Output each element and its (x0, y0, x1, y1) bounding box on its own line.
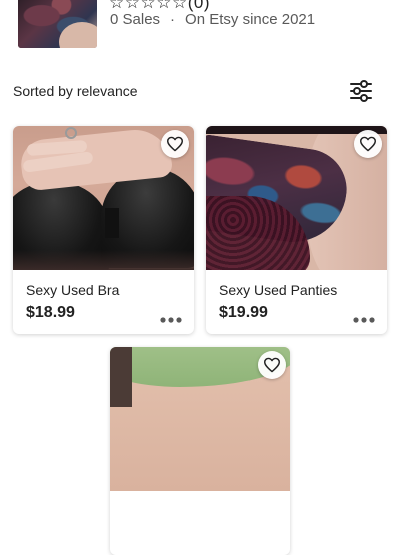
product-card[interactable] (110, 347, 290, 555)
favorite-button[interactable] (258, 351, 286, 379)
member-since: On Etsy since 2021 (185, 11, 316, 28)
product-price: $18.99 (26, 304, 75, 321)
product-card[interactable]: Sexy Used Panties $19.99 (206, 126, 387, 334)
shop-rating[interactable]: ☆☆☆☆☆(0) (109, 0, 210, 11)
product-title[interactable]: Sexy Used Panties (219, 282, 337, 299)
shop-avatar[interactable] (18, 0, 97, 48)
heart-outline-icon (263, 357, 280, 373)
photo-shape (65, 127, 77, 139)
sales-count: 0 Sales (110, 11, 161, 28)
product-card[interactable]: Sexy Used Bra $18.99 (13, 126, 194, 334)
more-options-button[interactable] (159, 312, 183, 323)
favorite-button[interactable] (354, 130, 382, 158)
heart-outline-icon (167, 136, 183, 152)
heart-outline-icon (359, 136, 376, 152)
photo-shape (110, 347, 132, 407)
favorite-button[interactable] (161, 130, 189, 158)
more-dots-icon (353, 317, 375, 323)
shop-stats: 0 Sales · On Etsy since 2021 (110, 11, 315, 29)
product-price: $19.99 (219, 304, 268, 321)
stats-separator: · (170, 11, 176, 28)
more-options-button[interactable] (352, 312, 376, 323)
product-title[interactable]: Sexy Used Bra (26, 282, 119, 299)
photo-shape (13, 250, 194, 270)
photo-shape (105, 208, 119, 238)
sort-label[interactable]: Sorted by relevance (13, 82, 138, 100)
filter-button[interactable] (349, 80, 373, 102)
sliders-icon (350, 80, 372, 102)
more-dots-icon (160, 317, 182, 323)
